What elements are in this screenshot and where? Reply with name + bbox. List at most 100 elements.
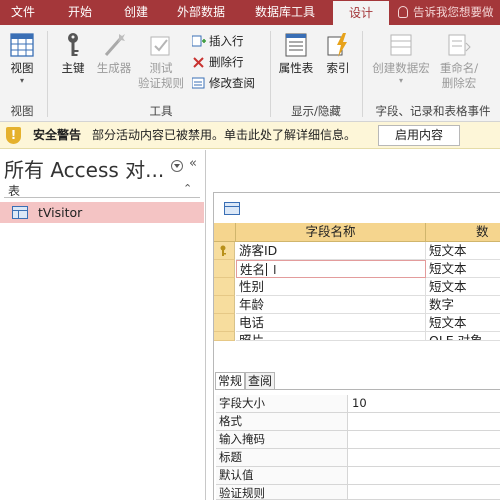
enable-content-button[interactable]: 启用内容 <box>378 125 460 146</box>
column-header-field-name[interactable]: 字段名称 <box>236 223 426 242</box>
column-header-data-type[interactable]: 数据 <box>426 223 500 242</box>
delete-row-icon <box>192 55 206 68</box>
property-label: 默认值 <box>216 467 348 484</box>
nav-item-tvisitor[interactable]: tVisitor <box>0 202 204 223</box>
indexes-lightning-icon <box>327 33 347 57</box>
data-macro-icon <box>390 34 412 56</box>
property-value[interactable]: 10 <box>352 395 500 412</box>
property-value[interactable] <box>352 467 500 484</box>
collapse-nav-icon[interactable]: « <box>189 156 197 171</box>
datasheet-view-icon <box>10 33 34 57</box>
field-name-cell[interactable]: 照片 <box>236 332 426 341</box>
data-type-cell[interactable]: 短文本 <box>426 314 500 332</box>
group-label-view: 视图 <box>10 104 34 118</box>
row-selector[interactable] <box>214 314 235 332</box>
rename-delete-macro-label-2: 删除宏 <box>441 76 477 90</box>
document-area: 字段名称 数据 游客ID 短文本 姓名 I 短文本 性别 短文本 年龄 数字 电话… <box>207 150 500 500</box>
builder-label: 生成器 <box>96 61 132 75</box>
row-selector[interactable] <box>214 242 235 260</box>
field-properties-pane: 常规 查阅 字段大小 10 格式 输入掩码 标题 默认值 验证规则 <box>215 368 500 500</box>
group-label-tools: 工具 <box>149 104 173 118</box>
tab-file[interactable]: 文件 <box>0 0 46 25</box>
create-data-macros-label: 创建数据宏 <box>372 61 430 75</box>
nav-dropdown-icon[interactable] <box>171 160 183 172</box>
field-name-cell[interactable]: 性别 <box>236 278 426 296</box>
tell-me-search[interactable]: 告诉我您想要做 <box>398 0 494 25</box>
table-icon <box>12 206 28 219</box>
field-name-value: 姓名 <box>240 262 266 277</box>
tab-create[interactable]: 创建 <box>114 0 158 25</box>
data-type-cell[interactable]: 数字 <box>426 296 500 314</box>
data-type-cell[interactable]: 短文本 <box>426 242 500 260</box>
grid-corner <box>214 223 236 242</box>
primary-key-button[interactable]: 主键 <box>54 31 92 76</box>
test-rules-label-2: 验证规则 <box>138 76 184 90</box>
create-data-macros-button[interactable]: 创建数据宏 ▾ <box>368 31 434 85</box>
row-selector[interactable] <box>214 296 235 314</box>
test-validation-rules-button[interactable]: 测试 验证规则 <box>136 31 186 91</box>
navigation-pane: 所有 Access 对... « 表 ⌃ tVisitor <box>0 150 206 500</box>
tab-external-data[interactable]: 外部数据 <box>168 0 234 25</box>
property-row-format[interactable]: 格式 <box>216 413 500 431</box>
row-selector[interactable] <box>214 332 235 341</box>
data-type-cell[interactable]: 短文本 <box>426 278 500 296</box>
security-warning-title: 安全警告 <box>33 128 82 142</box>
field-name-cell-active[interactable]: 姓名 I <box>236 260 426 278</box>
property-label: 输入掩码 <box>216 431 348 448</box>
data-type-cell[interactable]: OLE 对象 <box>426 332 500 341</box>
view-button[interactable]: 视图 ▾ <box>3 31 41 85</box>
row-selector[interactable] <box>214 260 235 278</box>
nav-pane-title[interactable]: 所有 Access 对... <box>4 154 164 183</box>
property-label: 格式 <box>216 413 348 430</box>
property-row-field-size[interactable]: 字段大小 10 <box>216 395 500 413</box>
create-data-macros-dropdown-icon: ▾ <box>398 76 403 85</box>
view-label: 视图 <box>10 61 34 75</box>
data-type-cell[interactable]: 短文本 <box>426 260 500 278</box>
tab-database-tools[interactable]: 数据库工具 <box>244 0 326 25</box>
property-sheet-icon <box>285 33 307 57</box>
field-name-cell[interactable]: 电话 <box>236 314 426 332</box>
group-label-show-hide: 显示/隐藏 <box>291 104 341 118</box>
property-label: 验证规则 <box>216 485 348 499</box>
group-separator <box>270 31 271 117</box>
field-name-cell[interactable]: 游客ID <box>236 242 426 260</box>
property-value[interactable] <box>352 413 500 430</box>
property-value[interactable] <box>352 485 500 499</box>
property-row-caption[interactable]: 标题 <box>216 449 500 467</box>
property-value[interactable] <box>352 431 500 448</box>
insert-row-button[interactable]: 插入行 <box>191 32 244 50</box>
property-value[interactable] <box>352 449 500 466</box>
rename-delete-macro-label-1: 重命名/ <box>439 61 479 75</box>
nav-divider <box>4 197 200 198</box>
property-sheet-label: 属性表 <box>278 61 314 75</box>
nav-item-label: tVisitor <box>38 205 83 220</box>
indexes-button[interactable]: 索引 <box>320 31 356 76</box>
group-separator <box>47 31 48 117</box>
tab-home[interactable]: 开始 <box>58 0 102 25</box>
modify-lookups-button[interactable]: 修改查阅 <box>191 74 255 92</box>
security-warning-bar: 安全警告 部分活动内容已被禁用。单击此处了解详细信息。 启用内容 <box>0 122 500 149</box>
tab-lookup[interactable]: 查阅 <box>245 372 276 390</box>
ibeam-pointer-icon: I <box>273 263 277 277</box>
rename-delete-macro-button[interactable]: 重命名/ 删除宏 <box>434 31 484 91</box>
table-icon <box>224 202 240 215</box>
property-row-default-value[interactable]: 默认值 <box>216 467 500 485</box>
property-row-input-mask[interactable]: 输入掩码 <box>216 431 500 449</box>
chevron-up-icon[interactable]: ⌃ <box>183 182 192 195</box>
property-sheet-button[interactable]: 属性表 <box>274 31 318 76</box>
tab-general[interactable]: 常规 <box>215 372 246 390</box>
property-row-validation-rule[interactable]: 验证规则 <box>216 485 500 500</box>
primary-key-icon <box>220 245 226 256</box>
insert-row-icon <box>191 34 206 47</box>
row-selector[interactable] <box>214 278 235 296</box>
field-name-cell[interactable]: 年龄 <box>236 296 426 314</box>
ribbon: 视图 ▾ 视图 主键 生成器 测试 验证规则 插入行 删除行 修改查阅 工具 属… <box>0 25 500 122</box>
key-icon <box>68 33 79 56</box>
delete-row-button[interactable]: 删除行 <box>192 53 244 71</box>
security-warning-message[interactable]: 部分活动内容已被禁用。单击此处了解详细信息。 <box>92 122 356 149</box>
tab-design[interactable]: 设计 <box>333 0 389 25</box>
delete-row-label: 删除行 <box>209 55 244 69</box>
builder-button[interactable]: 生成器 <box>94 31 134 76</box>
modify-lookups-icon <box>191 76 206 89</box>
shield-warning-icon <box>6 127 21 144</box>
